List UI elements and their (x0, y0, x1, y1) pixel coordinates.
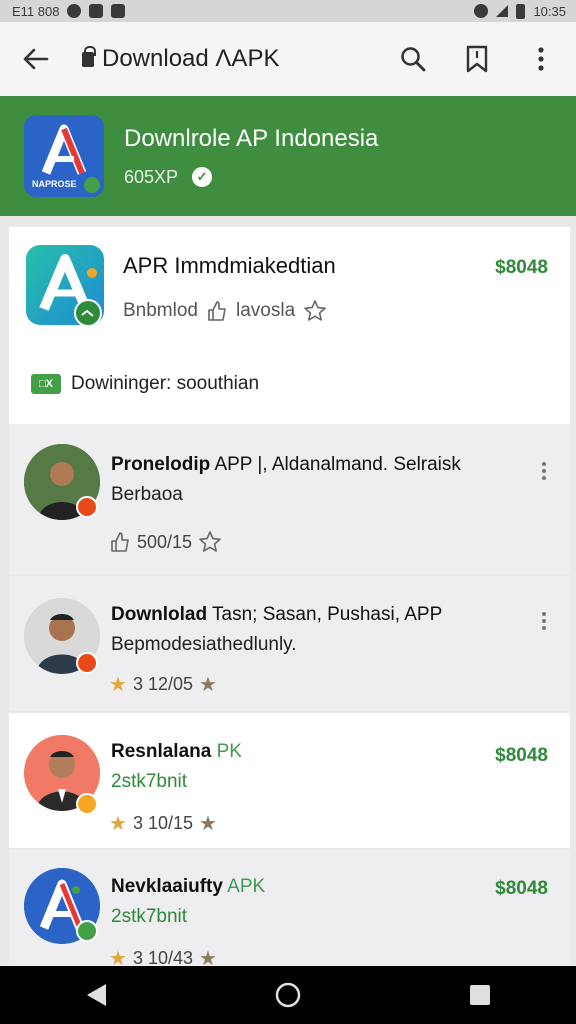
download-chip: □X (31, 374, 61, 394)
toolbar-actions (396, 42, 558, 76)
search-icon (401, 47, 426, 72)
list-item-title-bold: Pronelodip (111, 454, 211, 475)
star-icon[interactable] (198, 530, 222, 554)
list-item-title-suffix: PK (211, 741, 242, 762)
list-item-title-bold: Resnlalana (111, 741, 212, 762)
featured-app-title: APR Immdmiakedtian (123, 253, 336, 278)
banner-title: Downlrole AP Indonesia (124, 124, 379, 152)
list-item-meta: ★ 3 10/15 ★ (109, 811, 217, 836)
list-item-price: $8048 (495, 745, 548, 766)
search-button[interactable] (396, 42, 430, 76)
banner-subtitle-text: 605XP (124, 166, 179, 187)
status-left: E11 808 (12, 3, 126, 19)
system-nav-bar (0, 966, 576, 1024)
list-item-title-rest: Tasn; Sasan, Pushasi, APP (207, 604, 443, 625)
bookmark-icon (466, 45, 488, 73)
list-item-meta: ★ 3 12/05 ★ (109, 672, 217, 697)
list-item-meta: 500/15 (109, 530, 222, 554)
banner-logo-text: NAPROSE (32, 179, 77, 189)
status-bar: E11 808 10:35 (0, 0, 576, 22)
list-item-subtitle: 2stk7bnit (111, 771, 188, 792)
star-icon[interactable]: ★ (199, 811, 217, 836)
banner-app-logo[interactable]: NAPROSE (24, 115, 104, 197)
list-item[interactable]: Resnlalana PK 2stk7bnit ★ 3 10/15 ★ $804… (9, 713, 570, 848)
download-status-text: Dowininger: soouthian (71, 373, 260, 394)
status-left-text: E11 808 (12, 3, 60, 19)
list-item-title-rest: APP |, Aldanalmand. Selraisk (210, 454, 461, 475)
more-vert-icon[interactable] (542, 612, 548, 630)
featured-app-price: $8048 (495, 257, 548, 278)
list-item-meta-text: 3 10/43 (132, 948, 193, 966)
list-item-title-suffix: APK (222, 876, 266, 897)
status-badge (76, 652, 98, 674)
nav-home-button[interactable] (268, 975, 308, 1015)
more-vert-icon[interactable] (542, 462, 548, 480)
featured-app-card[interactable]: APR Immdmiakedtian $8048 Bnbmlod lavosla… (9, 227, 570, 424)
status-right: 10:35 (474, 3, 566, 19)
nav-recents-icon (470, 985, 490, 1005)
featured-app-icon (26, 245, 104, 325)
page-title-text: Download ɅAPK (102, 45, 280, 72)
notification-icon (111, 4, 126, 18)
banner-subtitle: 605XP ✓ (124, 167, 378, 188)
list-item-title: Resnlalana PK (111, 741, 242, 763)
download-status: □X Dowininger: soouthian (31, 373, 259, 395)
featured-meta-text-2: lavosla (236, 300, 296, 321)
status-badge (76, 793, 98, 815)
list-item-title-bold: Nevklaaiufty (111, 876, 223, 897)
list-item-subtitle: 2stk7bnit (111, 906, 188, 927)
star-icon: ★ (109, 948, 127, 966)
notification-icon (89, 4, 104, 18)
notification-icon (67, 4, 82, 18)
list-item-meta-text: 500/15 (137, 531, 193, 552)
thumbs-up-icon (208, 301, 226, 321)
back-button[interactable] (18, 41, 54, 77)
list-item-meta-text: 3 12/05 (132, 674, 193, 694)
star-icon: ★ (109, 813, 127, 835)
star-icon[interactable] (303, 299, 327, 323)
list-item-title: Downlolad Tasn; Sasan, Pushasi, APP (111, 604, 442, 626)
list-item[interactable]: Pronelodip APP |, Aldanalmand. Selraisk … (9, 424, 570, 574)
status-badge (76, 496, 98, 518)
thumbs-up-icon (111, 532, 129, 552)
verified-check-icon: ✓ (192, 167, 213, 187)
more-options-button[interactable] (524, 42, 558, 76)
star-icon[interactable]: ★ (199, 672, 217, 697)
header-banner: NAPROSE Downlrole AP Indonesia 605XP ✓ (0, 96, 576, 216)
nav-back-button[interactable] (76, 975, 116, 1015)
list-item-subtitle: Berbaoa (111, 484, 183, 505)
alert-icon (474, 4, 489, 18)
list-item-title-bold: Downlolad (111, 604, 208, 625)
lock-icon (82, 45, 96, 67)
app-logo-icon (39, 254, 102, 325)
featured-meta-text: Bnbmlod (123, 300, 198, 321)
list-item-title: Pronelodip APP |, Aldanalmand. Selraisk (111, 454, 461, 476)
bookmark-button[interactable] (460, 42, 494, 76)
nav-recents-button[interactable] (460, 975, 500, 1015)
list-item-title: Nevklaaiufty APK (111, 876, 265, 898)
star-icon: ★ (109, 674, 127, 696)
status-badge (76, 920, 98, 942)
list-item[interactable]: Nevklaaiufty APK 2stk7bnit ★ 3 10/43 ★ $… (9, 850, 570, 966)
signal-icon (496, 5, 509, 17)
banner-text: Downlrole AP Indonesia 605XP ✓ (124, 125, 378, 188)
page-title: Download ɅAPK (82, 45, 396, 73)
more-vert-icon (538, 47, 544, 71)
star-icon[interactable]: ★ (199, 946, 217, 966)
app-toolbar: Download ɅAPK (0, 22, 576, 96)
list-item[interactable]: Downlolad Tasn; Sasan, Pushasi, APP Bepm… (9, 576, 570, 711)
featured-app-meta: Bnbmlod lavosla (123, 299, 327, 323)
list-item-meta-text: 3 10/15 (132, 813, 193, 833)
list-item-meta: ★ 3 10/43 ★ (109, 946, 217, 966)
status-time: 10:35 (533, 3, 566, 19)
back-arrow-icon (23, 48, 49, 70)
battery-icon (516, 3, 526, 19)
nav-back-icon (87, 984, 106, 1006)
list-item-price: $8048 (495, 878, 548, 899)
nav-home-icon (275, 982, 301, 1008)
list-item-subtitle: Bepmodesiathedlunly. (111, 634, 297, 655)
